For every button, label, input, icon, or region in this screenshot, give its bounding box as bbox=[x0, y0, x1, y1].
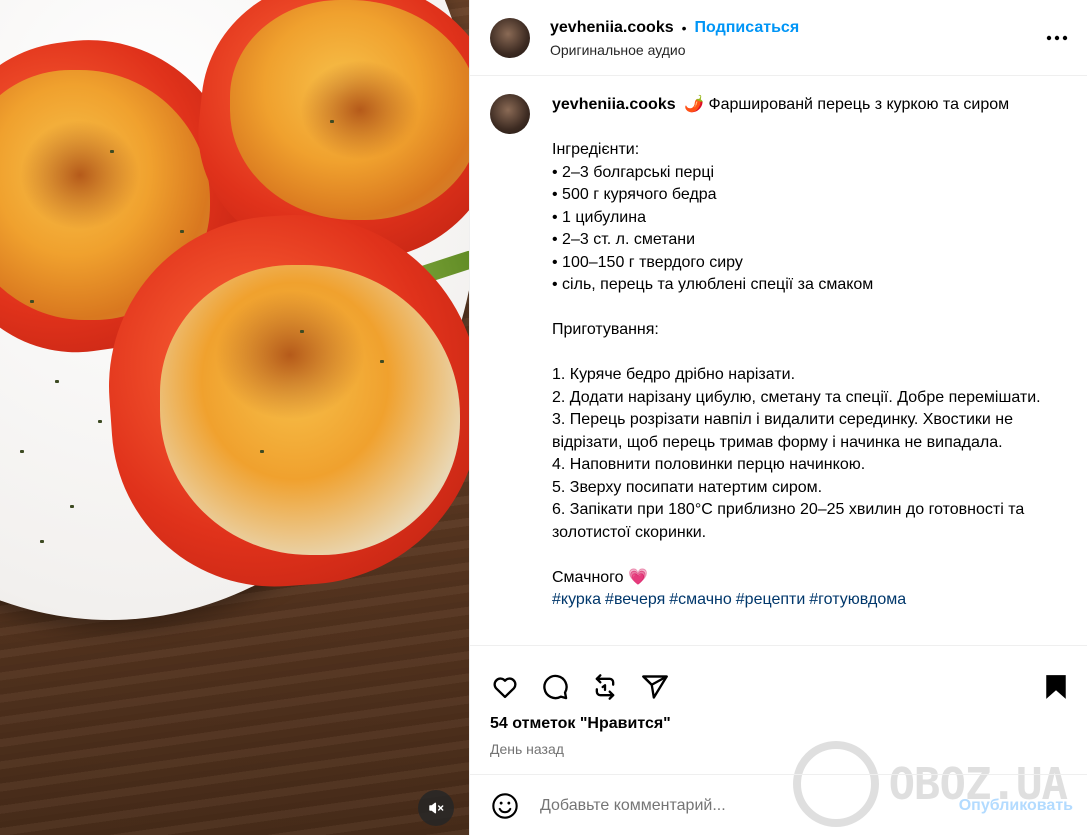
ingredient-item: • 1 цибулина bbox=[552, 208, 646, 226]
browned-cheese bbox=[20, 120, 140, 230]
step-item: 3. Перець розрізати навпіл і видалити се… bbox=[552, 411, 1018, 451]
separator-dot: • bbox=[681, 19, 687, 36]
herb-flake bbox=[40, 540, 44, 543]
mute-button[interactable] bbox=[418, 790, 454, 826]
repost-button[interactable] bbox=[590, 672, 620, 702]
step-item: 2. Додати нарізану цибулю, сметану та сп… bbox=[552, 388, 1041, 406]
heart-icon bbox=[493, 677, 517, 699]
hashtag-link[interactable]: #вечеря bbox=[605, 591, 665, 608]
comment-bar: Опубликовать bbox=[470, 774, 1087, 835]
herb-flake bbox=[98, 420, 102, 423]
herb-flake bbox=[180, 230, 184, 233]
caption-text: yevheniia.cooks 🌶️ Фаршированй перець з … bbox=[552, 94, 1062, 644]
repost-icon bbox=[595, 674, 615, 700]
more-horizontal-icon bbox=[1046, 35, 1068, 41]
herb-flake bbox=[20, 450, 24, 453]
more-options-button[interactable] bbox=[1045, 26, 1069, 50]
browned-cheese bbox=[215, 290, 365, 420]
header-info: yevheniia.cooks • Подписаться Оригинальн… bbox=[550, 18, 799, 58]
caption-title: 🌶️ Фаршированй перець з куркою та сиром bbox=[684, 96, 1010, 113]
hashtag-link[interactable]: #курка bbox=[552, 591, 601, 608]
step-item: 1. Куряче бедро дрібно нарізати. bbox=[552, 366, 796, 383]
herb-flake bbox=[70, 505, 74, 508]
ingredient-item: • 100–150 г твердого сиру bbox=[552, 253, 743, 271]
audio-link[interactable]: Оригинальное аудио bbox=[550, 42, 799, 58]
hashtag-link[interactable]: #рецепти bbox=[736, 591, 806, 608]
instagram-post: yevheniia.cooks • Подписаться Оригинальн… bbox=[0, 0, 1087, 835]
herb-flake bbox=[30, 300, 34, 303]
hashtag-link[interactable]: #готуювдома bbox=[809, 591, 906, 608]
browned-cheese bbox=[300, 60, 420, 160]
avatar[interactable] bbox=[490, 94, 530, 134]
hashtag-link[interactable]: #смачно bbox=[669, 591, 732, 608]
action-section: 54 отметок "Нравится" День назад OBOZ.UA… bbox=[470, 645, 1087, 835]
action-bar bbox=[470, 646, 1087, 712]
emoji-button[interactable] bbox=[490, 791, 520, 821]
username-link[interactable]: yevheniia.cooks bbox=[550, 18, 674, 38]
comment-input[interactable] bbox=[540, 796, 959, 815]
avatar[interactable] bbox=[490, 17, 530, 58]
post-media[interactable] bbox=[0, 0, 469, 835]
comment-icon bbox=[543, 674, 568, 700]
likes-count[interactable]: 54 отметок "Нравится" bbox=[470, 715, 1087, 733]
ingredient-item: • 2–3 болгарські перці bbox=[552, 163, 715, 181]
herb-flake bbox=[300, 330, 304, 333]
hashtags: #курка #вечеря #смачно #рецепти #готуювдома bbox=[552, 589, 1062, 612]
ingredient-item: • 2–3 ст. л. сметани bbox=[552, 231, 696, 248]
speaker-muted-icon bbox=[429, 802, 444, 814]
ingredient-item: • сіль, перець та улюблені спеції за сма… bbox=[552, 276, 874, 293]
caption-username[interactable]: yevheniia.cooks bbox=[552, 96, 676, 113]
step-item: 5. Зверху посипати натертим сиром. bbox=[552, 478, 823, 496]
share-icon bbox=[642, 675, 668, 699]
ingredient-item: • 500 г курячого бедра bbox=[552, 186, 717, 203]
like-button[interactable] bbox=[490, 672, 520, 702]
herb-flake bbox=[55, 380, 59, 383]
closing-line: Смачного 💗 bbox=[552, 568, 648, 586]
caption: yevheniia.cooks 🌶️ Фаршированй перець з … bbox=[470, 76, 1087, 644]
step-item: 6. Запікати при 180°C приблизно 20–25 хв… bbox=[552, 501, 1029, 541]
bookmark-icon bbox=[1046, 675, 1066, 699]
herb-flake bbox=[380, 360, 384, 363]
steps-heading: Приготування: bbox=[552, 321, 659, 338]
herb-flake bbox=[110, 150, 114, 153]
herb-flake bbox=[260, 450, 264, 453]
follow-button[interactable]: Подписаться bbox=[695, 18, 800, 38]
step-item: 4. Наповнити половинки перцю начинкою. bbox=[552, 456, 866, 473]
share-button[interactable] bbox=[640, 672, 670, 702]
post-header: yevheniia.cooks • Подписаться Оригинальн… bbox=[470, 0, 1087, 76]
ingredients-heading: Інгредієнти: bbox=[552, 141, 640, 158]
comment-button[interactable] bbox=[540, 672, 570, 702]
post-panel: yevheniia.cooks • Подписаться Оригинальн… bbox=[469, 0, 1087, 835]
herb-flake bbox=[330, 120, 334, 123]
smiley-icon bbox=[492, 792, 518, 819]
publish-button[interactable]: Опубликовать bbox=[959, 797, 1073, 815]
save-button[interactable] bbox=[1041, 672, 1071, 702]
